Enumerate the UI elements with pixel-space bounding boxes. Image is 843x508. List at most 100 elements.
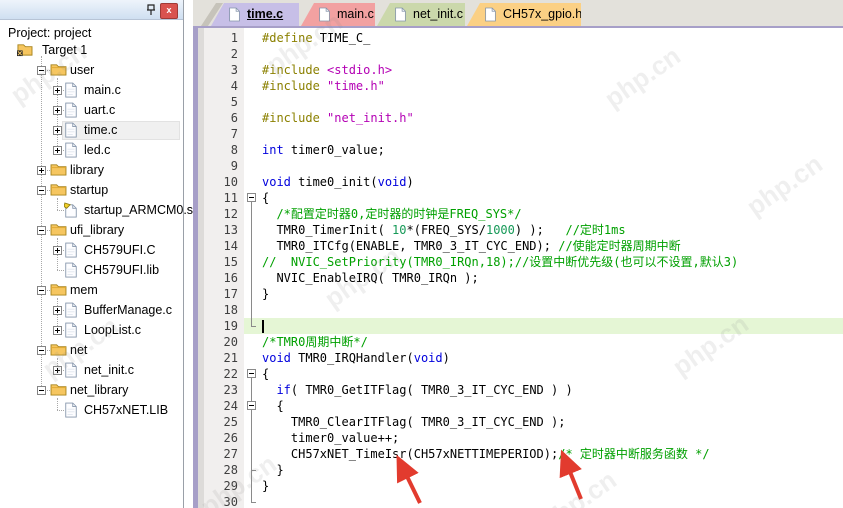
code-line-13[interactable]: 13 TMR0_TimerInit( 10*(FREQ_SYS/1000) );…	[198, 222, 843, 238]
tree-item-led.c[interactable]: led.c	[0, 141, 182, 161]
code-line-18[interactable]: 18	[198, 302, 843, 318]
tab-net_init.c[interactable]: net_init.c	[377, 3, 465, 26]
expand-plus-icon[interactable]	[37, 166, 46, 175]
code-text: timer0_value++;	[262, 431, 400, 445]
project-panel: x Project: project Target 1 user main.c uar…	[0, 0, 193, 508]
code-line-27[interactable]: 27 CH57xNET_TimeIsr(CH57xNETTIMEPERIOD);…	[198, 446, 843, 462]
tree-item-label: CH579UFI.C	[84, 243, 156, 257]
code-line-8[interactable]: 8 int timer0_value;	[198, 142, 843, 158]
tree-item-CH579UFI.lib[interactable]: CH579UFI.lib	[0, 261, 182, 281]
code-line-23[interactable]: 23 if( TMR0_GetITFlag( TMR0_3_IT_CYC_END…	[198, 382, 843, 398]
tree-item-time.c[interactable]: time.c	[0, 121, 182, 141]
code-line-26[interactable]: 26 timer0_value++;	[198, 430, 843, 446]
code-line-9[interactable]: 9	[198, 158, 843, 174]
tree-item-label: user	[70, 63, 95, 77]
close-icon[interactable]: x	[160, 3, 178, 19]
tree-item-startup[interactable]: startup	[0, 181, 182, 201]
code-line-14[interactable]: 14 TMR0_ITCfg(ENABLE, TMR0_3_IT_CYC_END)…	[198, 238, 843, 254]
tree-item-net_init.c[interactable]: net_init.c	[0, 361, 182, 381]
fold-marker	[244, 302, 259, 318]
tree-item-net_library[interactable]: net_library	[0, 381, 182, 401]
pin-icon[interactable]	[144, 3, 158, 17]
file-icon	[64, 402, 81, 418]
collapse-minus-icon[interactable]	[37, 226, 46, 235]
code-line-2[interactable]: 2	[198, 46, 843, 62]
code-line-12[interactable]: 12 /*配置定时器0,定时器的时钟是FREQ_SYS*/	[198, 206, 843, 222]
tree-item-BufferManage.c[interactable]: BufferManage.c	[0, 301, 182, 321]
code-line-10[interactable]: 10 void time0_init(void)	[198, 174, 843, 190]
tree-item-mem[interactable]: mem	[0, 281, 182, 301]
code-text: {	[262, 399, 284, 413]
line-number: 18	[223, 303, 238, 317]
file-icon	[64, 302, 81, 318]
fold-marker[interactable]	[244, 398, 259, 414]
line-number: 24	[223, 399, 238, 413]
tab-main.c[interactable]: main.c	[301, 3, 375, 26]
code-line-21[interactable]: 21 void TMR0_IRQHandler(void)	[198, 350, 843, 366]
code-line-7[interactable]: 7	[198, 126, 843, 142]
line-number: 22	[223, 367, 238, 381]
code-line-17[interactable]: 17}	[198, 286, 843, 302]
code-line-16[interactable]: 16 NVIC_EnableIRQ( TMR0_IRQn );	[198, 270, 843, 286]
expand-plus-icon[interactable]	[53, 146, 62, 155]
tree-item-Target 1[interactable]: Target 1	[0, 41, 182, 61]
code-line-15[interactable]: 15 // NVIC_SetPriority(TMR0_IRQn,18);//设置…	[198, 254, 843, 270]
file-icon	[64, 142, 81, 158]
expand-plus-icon[interactable]	[53, 306, 62, 315]
fold-marker	[244, 78, 259, 94]
tab-time.c[interactable]: time.c	[211, 3, 299, 26]
collapse-minus-icon[interactable]	[37, 286, 46, 295]
fold-marker	[244, 334, 259, 350]
collapse-minus-icon[interactable]	[37, 66, 46, 75]
code-line-30[interactable]: 30	[198, 494, 843, 508]
expand-plus-icon[interactable]	[53, 366, 62, 375]
tree-item-LoopList.c[interactable]: LoopList.c	[0, 321, 182, 341]
code-text: }	[262, 287, 270, 301]
code-line-11[interactable]: 11 {	[198, 190, 843, 206]
code-line-22[interactable]: 22 {	[198, 366, 843, 382]
collapse-minus-icon[interactable]	[37, 186, 46, 195]
expand-plus-icon[interactable]	[53, 246, 62, 255]
tree-item-CH57xNET.LIB[interactable]: CH57xNET.LIB	[0, 401, 182, 421]
fold-marker[interactable]	[244, 366, 259, 382]
code-line-1[interactable]: 1 #define TIME_C_	[198, 30, 843, 46]
line-number: 15	[223, 255, 238, 269]
collapse-minus-icon[interactable]	[37, 386, 46, 395]
code-line-24[interactable]: 24 {	[198, 398, 843, 414]
code-line-25[interactable]: 25 TMR0_ClearITFlag( TMR0_3_IT_CYC_END )…	[198, 414, 843, 430]
file-icon	[64, 122, 81, 138]
code-line-19[interactable]: 19	[198, 318, 843, 334]
expand-plus-icon[interactable]	[53, 326, 62, 335]
collapse-minus-icon[interactable]	[37, 346, 46, 355]
tree-item-label: library	[70, 163, 105, 177]
tree-item-label: Target 1	[42, 43, 88, 57]
line-number: 14	[223, 239, 238, 253]
expand-plus-icon[interactable]	[53, 106, 62, 115]
tree-item-library[interactable]: library	[0, 161, 182, 181]
code-line-4[interactable]: 4 #include "time.h"	[198, 78, 843, 94]
tab-CH57x_gpio.h[interactable]: CH57x_gpio.h	[467, 3, 581, 26]
code-line-29[interactable]: 29}	[198, 478, 843, 494]
code-line-6[interactable]: 6 #include "net_init.h"	[198, 110, 843, 126]
code-editor[interactable]: 1 #define TIME_C_ 2 3 #include <stdio.h> 4 #in…	[193, 26, 843, 508]
expand-plus-icon[interactable]	[53, 126, 62, 135]
tree-item-CH579UFI.C[interactable]: CH579UFI.C	[0, 241, 182, 261]
tree-item-ufi_library[interactable]: ufi_library	[0, 221, 182, 241]
code-line-28[interactable]: 28 }	[198, 462, 843, 478]
code-line-3[interactable]: 3 #include <stdio.h>	[198, 62, 843, 78]
tree-item-net[interactable]: net	[0, 341, 182, 361]
fold-marker	[244, 478, 259, 494]
code-text: #define TIME_C_	[262, 31, 371, 45]
tree-item-user[interactable]: user	[0, 61, 182, 81]
fold-marker[interactable]	[244, 190, 259, 206]
code-line-20[interactable]: 20 /*TMR0周期中断*/	[198, 334, 843, 350]
folder-icon	[50, 382, 67, 398]
line-number: 29	[223, 479, 238, 493]
tree-item-uart.c[interactable]: uart.c	[0, 101, 182, 121]
code-line-5[interactable]: 5	[198, 94, 843, 110]
fold-marker	[244, 238, 259, 254]
tree-item-startup_ARMCM0.s[interactable]: startup_ARMCM0.s	[0, 201, 193, 221]
tree-item-main.c[interactable]: main.c	[0, 81, 182, 101]
tree-item-label: CH579UFI.lib	[84, 263, 160, 277]
expand-plus-icon[interactable]	[53, 86, 62, 95]
